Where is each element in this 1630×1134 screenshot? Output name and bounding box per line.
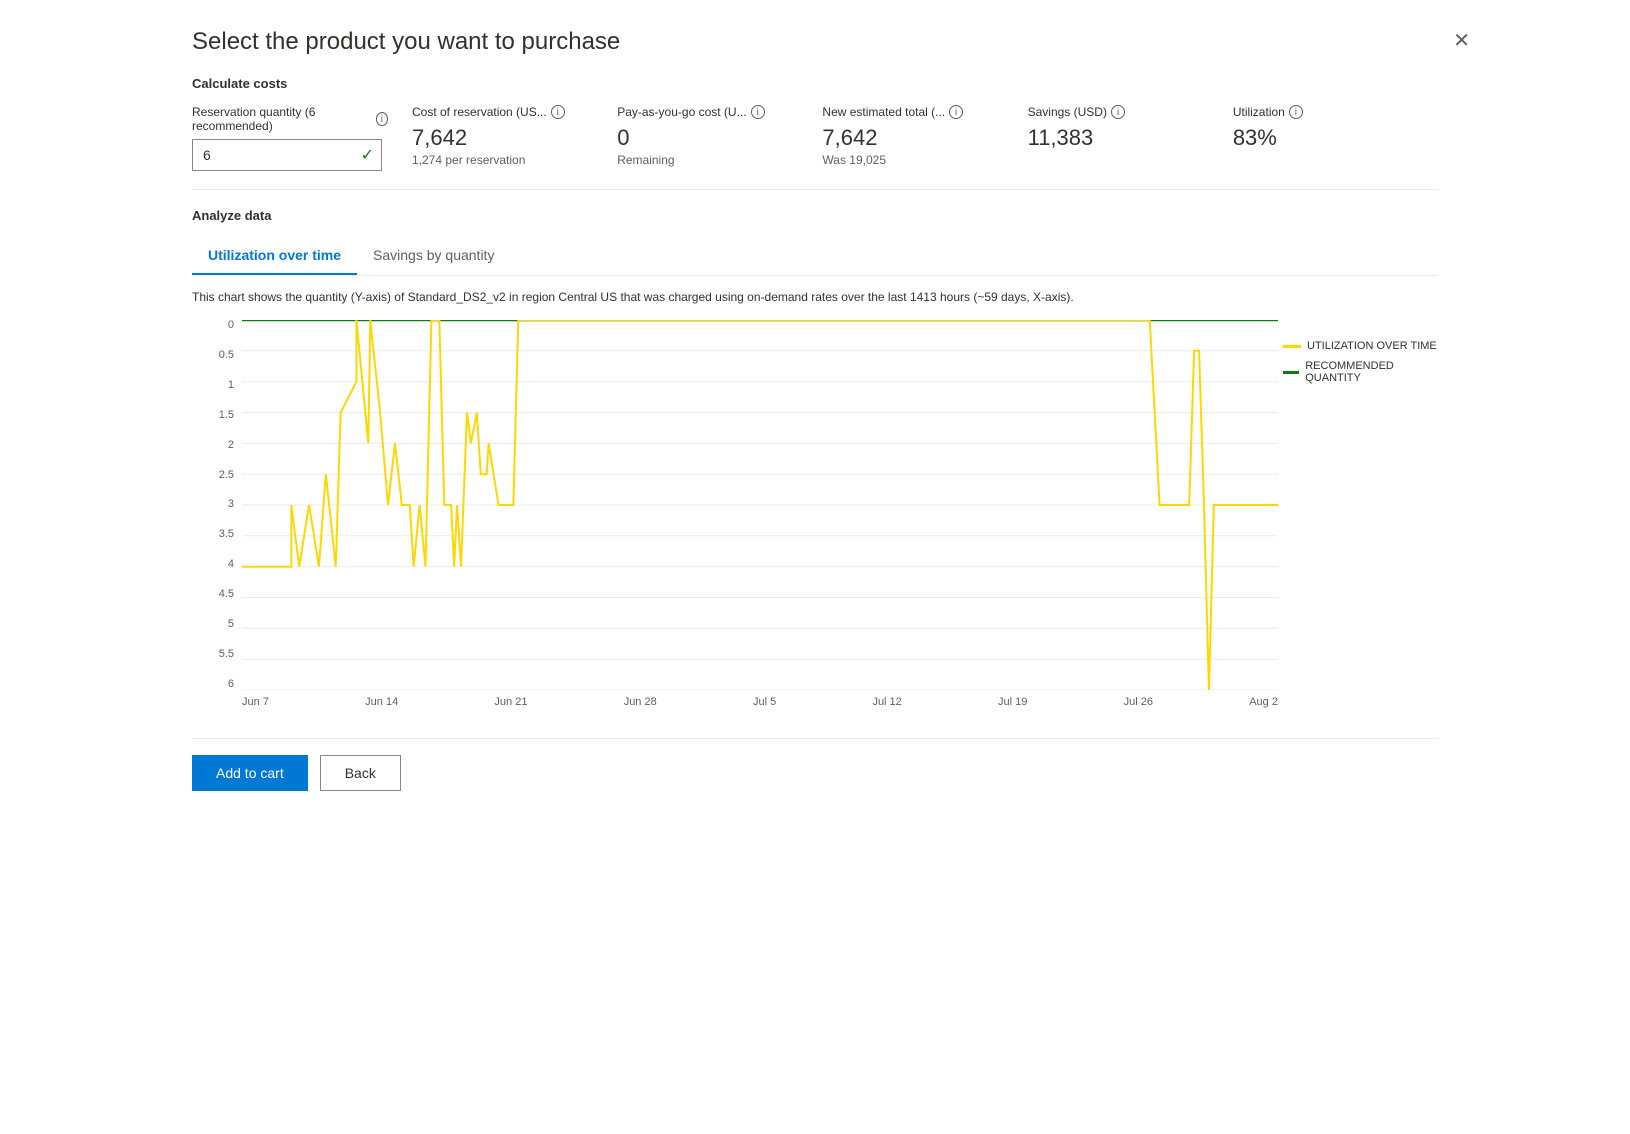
- utilization-value: 83%: [1233, 125, 1414, 151]
- savings-info-icon[interactable]: i: [1111, 105, 1125, 119]
- dialog-title: Select the product you want to purchase: [192, 28, 1438, 56]
- legend-utilization-label: UTILIZATION OVER TIME: [1307, 340, 1437, 352]
- chart-legend: UTILIZATION OVER TIME RECOMMENDED QUANTI…: [1283, 340, 1438, 392]
- section-divider: [192, 189, 1438, 190]
- x-label-jul5: Jul 5: [753, 696, 776, 708]
- utilization-item: Utilization i 83%: [1233, 105, 1438, 151]
- chart-description: This chart shows the quantity (Y-axis) o…: [192, 288, 1438, 306]
- x-axis: Jun 7 Jun 14 Jun 21 Jun 28 Jul 5 Jul 12 …: [242, 690, 1278, 720]
- y-label-5: 5: [192, 619, 242, 630]
- new-estimated-total-sub: Was 19,025: [822, 153, 1003, 167]
- y-label-1-5: 1.5: [192, 410, 242, 421]
- y-label-4-5: 4.5: [192, 589, 242, 600]
- reservation-quantity-item: Reservation quantity (6 recommended) i ✓: [192, 105, 412, 171]
- legend-recommended-label: RECOMMENDED QUANTITY: [1305, 360, 1438, 384]
- tabs-row: Utilization over time Savings by quantit…: [192, 237, 1438, 276]
- legend-utilization-color: [1283, 345, 1301, 348]
- legend-recommended: RECOMMENDED QUANTITY: [1283, 360, 1438, 384]
- tab-utilization-over-time[interactable]: Utilization over time: [192, 237, 357, 275]
- y-label-6: 6: [192, 679, 242, 690]
- x-label-jul19: Jul 19: [998, 696, 1027, 708]
- calculate-costs-section: Calculate costs Reservation quantity (6 …: [192, 76, 1438, 171]
- y-label-0-5: 0.5: [192, 350, 242, 361]
- legend-recommended-color: [1283, 371, 1299, 374]
- footer-row: Add to cart Back: [192, 738, 1438, 791]
- new-estimated-total-label: New estimated total (... i: [822, 105, 1003, 119]
- savings-value: 11,383: [1028, 125, 1209, 151]
- utilization-info-icon[interactable]: i: [1289, 105, 1303, 119]
- y-label-5-5: 5.5: [192, 649, 242, 660]
- y-axis: 6 5.5 5 4.5 4 3.5 3 2.5 2 1.5 1 0.5 0: [192, 320, 242, 690]
- analyze-data-section: Analyze data Utilization over time Savin…: [192, 208, 1438, 720]
- chart-svg: [242, 320, 1278, 690]
- chart-drawing-area: [242, 320, 1278, 690]
- tab-savings-by-quantity[interactable]: Savings by quantity: [357, 237, 510, 275]
- calculate-costs-title: Calculate costs: [192, 76, 1438, 91]
- analyze-data-title: Analyze data: [192, 208, 1438, 223]
- new-estimated-total-item: New estimated total (... i 7,642 Was 19,…: [822, 105, 1027, 167]
- y-label-0: 0: [192, 320, 242, 331]
- cost-of-reservation-item: Cost of reservation (US... i 7,642 1,274…: [412, 105, 617, 167]
- x-label-jun14: Jun 14: [365, 696, 398, 708]
- x-label-jul26: Jul 26: [1124, 696, 1153, 708]
- pay-as-you-go-sub: Remaining: [617, 153, 798, 167]
- quantity-check-icon: ✓: [361, 145, 374, 165]
- back-button[interactable]: Back: [320, 755, 401, 791]
- pay-as-you-go-item: Pay-as-you-go cost (U... i 0 Remaining: [617, 105, 822, 167]
- y-label-2-5: 2.5: [192, 470, 242, 481]
- x-label-jun28: Jun 28: [624, 696, 657, 708]
- close-button[interactable]: ✕: [1453, 28, 1470, 53]
- cost-of-reservation-sub: 1,274 per reservation: [412, 153, 593, 167]
- cost-of-reservation-info-icon[interactable]: i: [551, 105, 565, 119]
- utilization-label: Utilization i: [1233, 105, 1414, 119]
- y-label-3-5: 3.5: [192, 529, 242, 540]
- pay-as-you-go-value: 0: [617, 125, 798, 151]
- reservation-quantity-label: Reservation quantity (6 recommended) i: [192, 105, 388, 133]
- x-label-jun21: Jun 21: [494, 696, 527, 708]
- x-label-aug2: Aug 2: [1249, 696, 1278, 708]
- new-estimated-total-value: 7,642: [822, 125, 1003, 151]
- y-label-4: 4: [192, 559, 242, 570]
- savings-item: Savings (USD) i 11,383: [1028, 105, 1233, 151]
- reservation-quantity-info-icon[interactable]: i: [376, 112, 388, 126]
- new-estimated-total-info-icon[interactable]: i: [949, 105, 963, 119]
- pay-as-you-go-label: Pay-as-you-go cost (U... i: [617, 105, 798, 119]
- metrics-row: Reservation quantity (6 recommended) i ✓…: [192, 105, 1438, 171]
- quantity-input[interactable]: [192, 139, 382, 171]
- add-to-cart-button[interactable]: Add to cart: [192, 755, 308, 791]
- y-label-1: 1: [192, 380, 242, 391]
- x-label-jun7: Jun 7: [242, 696, 269, 708]
- y-label-3: 3: [192, 499, 242, 510]
- cost-of-reservation-value: 7,642: [412, 125, 593, 151]
- legend-utilization: UTILIZATION OVER TIME: [1283, 340, 1438, 352]
- y-label-2: 2: [192, 440, 242, 451]
- pay-as-you-go-info-icon[interactable]: i: [751, 105, 765, 119]
- savings-label: Savings (USD) i: [1028, 105, 1209, 119]
- x-label-jul12: Jul 12: [872, 696, 901, 708]
- quantity-input-wrapper: ✓: [192, 139, 382, 171]
- chart-container: 6 5.5 5 4.5 4 3.5 3 2.5 2 1.5 1 0.5 0: [192, 320, 1438, 720]
- cost-of-reservation-label: Cost of reservation (US... i: [412, 105, 593, 119]
